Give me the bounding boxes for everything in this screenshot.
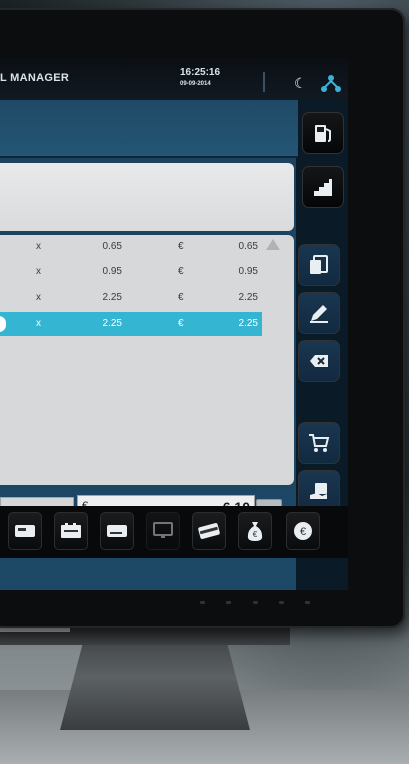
table-row[interactable]: x 0.65 € 0.65 [0, 235, 262, 259]
euro-coin-button[interactable]: € [286, 512, 320, 550]
currency: € [178, 241, 184, 252]
currency: € [178, 292, 184, 303]
app-title: L MANAGER [0, 72, 70, 84]
table-row-selected[interactable]: x 2.25 € 2.25 [0, 312, 262, 336]
copy-document-button[interactable] [298, 244, 340, 286]
bezel-indicator-leds [200, 598, 310, 606]
led [226, 600, 232, 604]
clock: 16:25:16 09-09-2014 [180, 68, 220, 89]
cart-button[interactable] [298, 422, 340, 464]
money-bag-icon: € [247, 522, 263, 541]
monitor-button[interactable] [146, 512, 180, 550]
led [305, 600, 310, 604]
network-icon[interactable] [320, 74, 342, 94]
monitor-icon [153, 522, 173, 538]
led [278, 600, 284, 604]
customer-info-panel [0, 163, 294, 231]
card-icon-2 [107, 525, 127, 537]
card-button-2[interactable] [100, 512, 134, 550]
bottom-toolbar: € € [0, 506, 348, 558]
line-total: 0.95 [238, 266, 258, 277]
svg-text:€: € [300, 526, 306, 538]
stairs-button[interactable] [302, 166, 344, 208]
line-total: 2.25 [238, 318, 258, 329]
card-button-1[interactable] [8, 512, 42, 550]
line-total: 0.65 [238, 241, 258, 252]
fuel-pump-icon [315, 125, 331, 142]
status-bar: L MANAGER 16:25:16 09-09-2014 ☾ [0, 58, 348, 100]
stairs-icon [314, 179, 332, 196]
fuel-pump-button[interactable] [302, 112, 344, 154]
bag-hand-icon [310, 483, 327, 499]
delete-key-icon [310, 355, 328, 367]
scroll-up-arrow[interactable] [266, 239, 280, 250]
unit-price: 2.25 [102, 292, 122, 303]
money-bag-button[interactable]: € [238, 512, 272, 550]
line-total: 2.25 [238, 292, 258, 303]
unit-price: 0.65 [102, 241, 122, 252]
order-lines-table[interactable]: x 0.65 € 0.65 x 0.95 € 0.95 x 2.25 € 2.2… [0, 235, 294, 485]
header-band [0, 100, 298, 158]
copy-document-icon [310, 255, 328, 274]
cash-drawer-button[interactable] [54, 512, 88, 550]
qty-marker: x [36, 241, 41, 252]
unit-price: 0.95 [102, 266, 122, 277]
payment-card-button[interactable] [192, 512, 226, 550]
delete-button[interactable] [298, 340, 340, 382]
qty-marker: x [36, 292, 41, 303]
svg-text:€: € [253, 530, 258, 539]
led [200, 600, 205, 604]
currency: € [178, 266, 184, 277]
currency: € [178, 318, 184, 329]
table-row[interactable]: x 2.25 € 2.25 [0, 286, 262, 310]
clock-time: 16:25:16 [180, 67, 221, 78]
shopping-cart-icon [309, 434, 330, 452]
status-divider [263, 72, 265, 92]
card-icon-1 [15, 525, 35, 537]
pencil-icon [310, 305, 328, 323]
moon-icon[interactable]: ☾ [294, 75, 310, 91]
pos-screen: L MANAGER 16:25:16 09-09-2014 ☾ x 0.65 €… [0, 58, 348, 590]
cash-drawer-icon [61, 523, 81, 538]
unit-price: 2.25 [102, 318, 122, 329]
table-row[interactable]: x 0.95 € 0.95 [0, 260, 262, 284]
led [252, 600, 258, 604]
qty-marker: x [36, 266, 41, 277]
edit-button[interactable] [298, 292, 340, 334]
clock-date: 09-09-2014 [180, 81, 211, 87]
euro-coin-icon: € [294, 522, 312, 540]
qty-marker: x [36, 318, 41, 329]
payment-card-icon [198, 523, 220, 539]
